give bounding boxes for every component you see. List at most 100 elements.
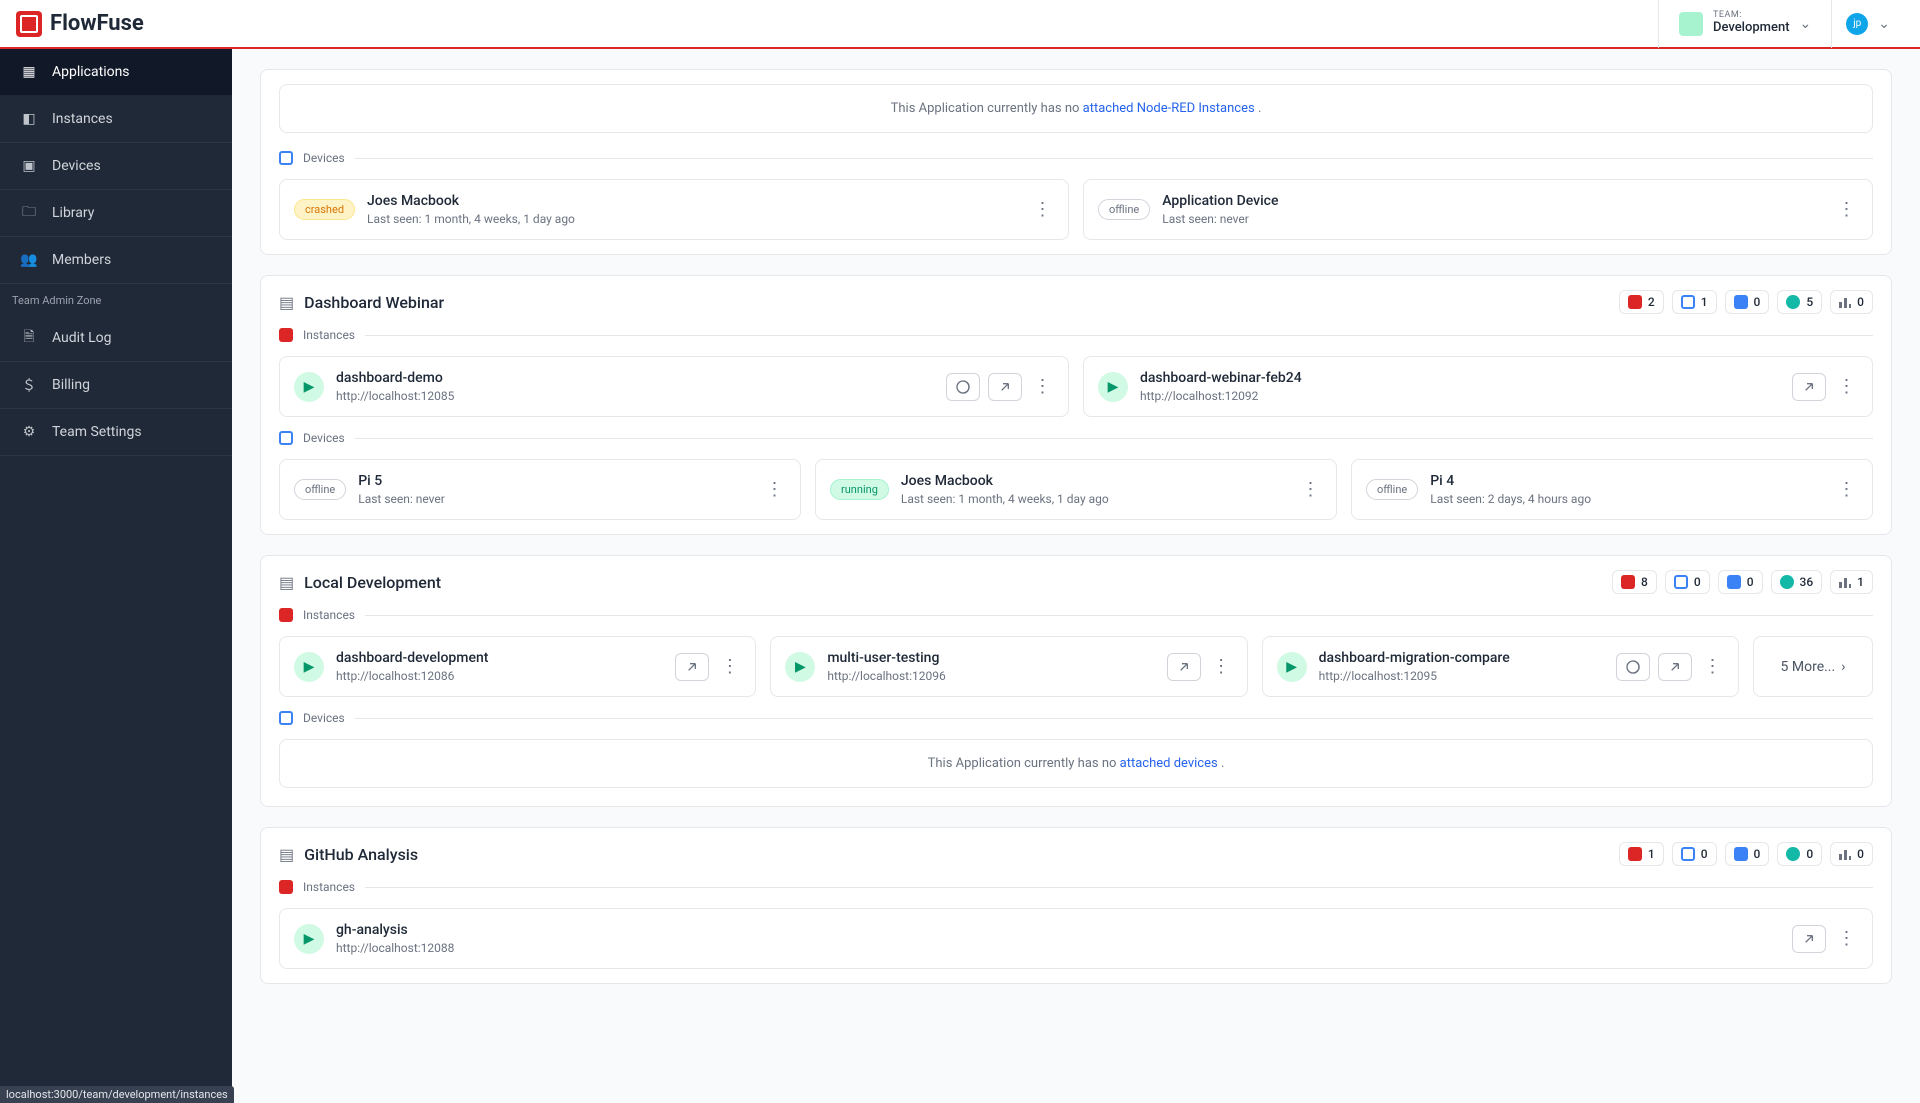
logo-mark-icon [16, 11, 42, 37]
stat-instances: 2 [1619, 290, 1664, 314]
team-avatar-icon [1679, 12, 1703, 36]
sidebar-item-instances[interactable]: ◧ Instances [0, 96, 232, 143]
open-editor-button[interactable] [675, 653, 709, 681]
instance-name: dashboard-demo [336, 369, 934, 388]
status-running-icon: ▶ [785, 652, 815, 682]
open-editor-button[interactable] [1792, 925, 1826, 953]
sidebar-item-library[interactable]: 🗀 Library [0, 190, 232, 237]
open-editor-button[interactable] [988, 373, 1022, 401]
kebab-menu[interactable]: ⋮ [1700, 656, 1724, 677]
sidebar-item-label: Devices [52, 158, 101, 174]
stat-pipelines: 1 [1830, 570, 1873, 594]
status-pill-offline: offline [1098, 199, 1150, 220]
devices-stat-icon [1681, 295, 1695, 309]
open-editor-button[interactable] [1658, 653, 1692, 681]
application-title-row[interactable]: ▤ GitHub Analysis [279, 845, 418, 864]
kebab-menu[interactable]: ⋮ [717, 656, 741, 677]
kebab-menu[interactable]: ⋮ [1834, 479, 1858, 500]
application-title-row[interactable]: ▤ Local Development [279, 573, 441, 592]
device-tile[interactable]: crashed Joes Macbook Last seen: 1 month,… [279, 179, 1069, 240]
instances-section-icon [279, 608, 293, 622]
billing-icon: ＄ [20, 376, 38, 394]
instance-name: gh-analysis [336, 921, 1780, 940]
stat-pipelines: 0 [1830, 842, 1873, 866]
kebab-menu[interactable]: ⋮ [1030, 199, 1054, 220]
more-instances-button[interactable]: 5 More... › [1753, 636, 1873, 697]
application-stats: 2 1 0 5 0 [1619, 290, 1873, 314]
instance-tile[interactable]: ▶ gh-analysis http://localhost:12088 ⋮ [279, 908, 1873, 969]
kebab-menu[interactable]: ⋮ [1298, 479, 1322, 500]
layout-icon: ▤ [279, 573, 294, 592]
instance-tile[interactable]: ▶ dashboard-demo http://localhost:12085 … [279, 356, 1069, 417]
kebab-menu[interactable]: ⋮ [1209, 656, 1233, 677]
attached-instances-link[interactable]: attached Node-RED Instances [1083, 101, 1255, 116]
status-bar-url: localhost:3000/team/development/instance… [0, 1086, 234, 1103]
instance-tile[interactable]: ▶ dashboard-development http://localhost… [279, 636, 756, 697]
sidebar: ▦ Applications ◧ Instances ▣ Devices 🗀 L… [0, 49, 232, 1103]
sidebar-item-audit-log[interactable]: 🗎 Audit Log [0, 315, 232, 362]
device-last-seen: Last seen: 1 month, 4 weeks, 1 day ago [901, 491, 1286, 507]
open-dashboard-button[interactable] [946, 373, 980, 401]
stat-devices: 0 [1672, 842, 1717, 866]
chevron-down-icon: ⌄ [1800, 16, 1812, 32]
device-tile[interactable]: offline Application Device Last seen: ne… [1083, 179, 1873, 240]
device-name: Joes Macbook [367, 192, 1018, 211]
sidebar-item-label: Team Settings [52, 424, 142, 440]
user-menu[interactable]: jp ⌄ [1831, 0, 1904, 48]
application-title: Local Development [304, 573, 441, 592]
instance-tile[interactable]: ▶ dashboard-migration-compare http://loc… [1262, 636, 1739, 697]
kebab-menu[interactable]: ⋮ [762, 479, 786, 500]
team-selector[interactable]: TEAM: Development ⌄ [1658, 0, 1831, 48]
stat-groups: 0 [1718, 570, 1763, 594]
stat-devices: 0 [1665, 570, 1710, 594]
sidebar-item-devices[interactable]: ▣ Devices [0, 143, 232, 190]
open-dashboard-button[interactable] [1616, 653, 1650, 681]
kebab-menu[interactable]: ⋮ [1834, 928, 1858, 949]
kebab-menu[interactable]: ⋮ [1030, 376, 1054, 397]
application-title-row[interactable]: ▤ Dashboard Webinar [279, 293, 444, 312]
attached-devices-link[interactable]: attached devices [1120, 756, 1218, 771]
application-card: ▤ Local Development 8 0 0 36 1 Instances [260, 555, 1892, 807]
sidebar-item-billing[interactable]: ＄ Billing [0, 362, 232, 409]
stat-pipelines: 0 [1830, 290, 1873, 314]
user-avatar: jp [1846, 13, 1868, 35]
chart-stat-icon [1839, 296, 1851, 308]
sidebar-item-applications[interactable]: ▦ Applications [0, 49, 232, 96]
application-stats: 1 0 0 0 0 [1619, 842, 1873, 866]
instance-url: http://localhost:12088 [336, 940, 1780, 956]
kebab-menu[interactable]: ⋮ [1834, 199, 1858, 220]
status-pill-offline: offline [1366, 479, 1418, 500]
device-tile[interactable]: running Joes Macbook Last seen: 1 month,… [815, 459, 1337, 520]
sidebar-item-team-settings[interactable]: ⚙ Team Settings [0, 409, 232, 456]
instances-section-header: Instances [261, 328, 1891, 342]
device-tile[interactable]: offline Pi 4 Last seen: 2 days, 4 hours … [1351, 459, 1873, 520]
sidebar-item-label: Instances [52, 111, 113, 127]
instance-tile[interactable]: ▶ multi-user-testing http://localhost:12… [770, 636, 1247, 697]
open-editor-button[interactable] [1167, 653, 1201, 681]
chevron-right-icon: › [1841, 659, 1845, 675]
status-running-icon: ▶ [294, 652, 324, 682]
open-editor-button[interactable] [1792, 373, 1826, 401]
instance-url: http://localhost:12096 [827, 668, 1154, 684]
instance-tile[interactable]: ▶ dashboard-webinar-feb24 http://localho… [1083, 356, 1873, 417]
device-last-seen: Last seen: 2 days, 4 hours ago [1430, 491, 1822, 507]
groups-stat-icon [1734, 295, 1748, 309]
devices-section-icon [279, 431, 293, 445]
kebab-menu[interactable]: ⋮ [1834, 376, 1858, 397]
brand-logo[interactable]: FlowFuse [16, 11, 144, 37]
device-tile[interactable]: offline Pi 5 Last seen: never ⋮ [279, 459, 801, 520]
sidebar-item-label: Members [52, 252, 111, 268]
team-name: Development [1713, 21, 1790, 35]
sidebar-item-label: Billing [52, 377, 90, 393]
audit-icon: 🗎 [20, 329, 38, 347]
devices-section-icon [279, 711, 293, 725]
sidebar-item-label: Library [52, 205, 94, 221]
instance-url: http://localhost:12086 [336, 668, 663, 684]
application-title: GitHub Analysis [304, 845, 418, 864]
instance-name: dashboard-migration-compare [1319, 649, 1604, 668]
status-pill-running: running [830, 479, 889, 500]
instance-name: dashboard-webinar-feb24 [1140, 369, 1780, 388]
application-stats: 8 0 0 36 1 [1612, 570, 1873, 594]
stat-instances: 1 [1619, 842, 1664, 866]
sidebar-item-members[interactable]: 👥 Members [0, 237, 232, 284]
